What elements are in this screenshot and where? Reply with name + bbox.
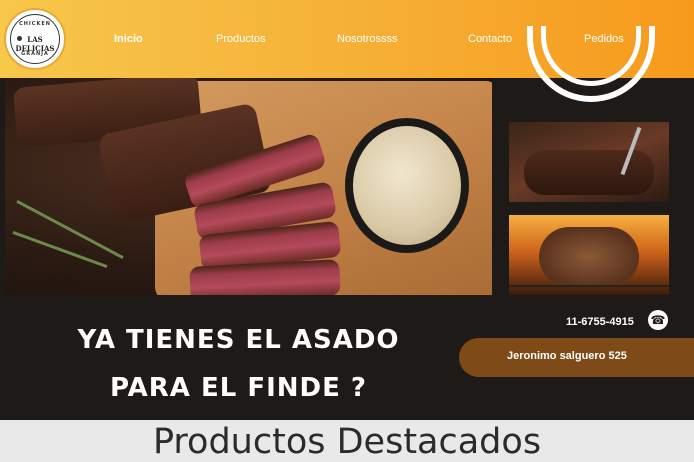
slogan-line-1: YA TIENES EL ASADO [77,325,400,355]
phone-icon[interactable]: ☎ [648,310,668,330]
logo[interactable]: CHICKEN LAS DELICIAS GRANJA [4,8,66,70]
steak-plate-photo [509,122,669,202]
steak-piece [524,150,654,195]
sauce [353,126,461,245]
nav-item-productos[interactable]: Productos [216,33,266,45]
rosemary-sprig [16,200,124,259]
nav-item-contacto[interactable]: Contacto [468,33,512,45]
grill-steak-photo [509,215,669,295]
rosemary-sprig [12,230,108,269]
nav-item-nosotros[interactable]: Nosotrossss [337,33,398,45]
logo-emblem: CHICKEN LAS DELICIAS GRANJA [10,14,60,64]
address-button[interactable]: Jeronimo salguero 525 [459,338,694,377]
logo-bottom-text: GRANJA [21,51,49,57]
section-title: Productos Destacados [152,422,542,462]
address-label: Jeronimo salguero 525 [507,350,627,362]
steak-piece [539,227,639,287]
slogan-line-2: PARA EL FINDE ? [109,373,368,403]
hero-banner: YA TIENES EL ASADO PARA EL FINDE ? 11-67… [0,26,694,420]
grill-bar [509,285,669,287]
phone-number[interactable]: 11-6755-4915 [566,316,634,328]
logo-top-text: CHICKEN [19,21,51,27]
steak-board-photo [5,78,492,295]
nav-item-inicio[interactable]: Inicio [114,33,143,45]
sauce-bowl [345,118,469,253]
